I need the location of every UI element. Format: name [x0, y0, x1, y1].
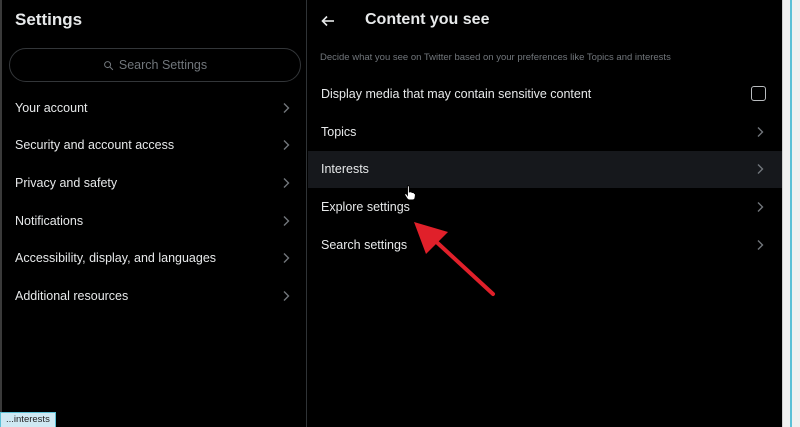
search-placeholder: Search Settings: [118, 58, 208, 72]
sidebar-item-security[interactable]: Security and account access: [2, 127, 306, 165]
sidebar-item-label: Privacy and safety: [15, 175, 118, 190]
sidebar-item-label: Security and account access: [15, 138, 175, 153]
settings-menu: Your account Security and account access…: [2, 89, 306, 315]
sidebar-item-label: Additional resources: [15, 288, 129, 303]
sidebar-item-your-account[interactable]: Your account: [2, 89, 306, 127]
back-arrow-icon[interactable]: [320, 13, 336, 29]
status-bar-link: ...interests: [0, 412, 56, 427]
content-panel: Content you see Decide what you see on T…: [308, 0, 782, 427]
topics-row[interactable]: Topics: [308, 113, 782, 151]
chevron-right-icon: [757, 240, 764, 251]
sidebar-item-notifications[interactable]: Notifications: [2, 202, 306, 240]
hand-cursor-icon: [404, 185, 416, 201]
search-settings-row[interactable]: Search settings: [308, 226, 782, 264]
sidebar-item-label: Accessibility, display, and languages: [15, 251, 217, 266]
settings-title: Settings: [15, 10, 83, 29]
sidebar-item-accessibility[interactable]: Accessibility, display, and languages: [2, 239, 306, 277]
chevron-right-icon: [283, 102, 290, 113]
settings-sidebar: Settings Search Settings Your account Se…: [2, 0, 307, 427]
chevron-right-icon: [757, 126, 764, 137]
chevron-right-icon: [757, 164, 764, 175]
row-label: Explore settings: [321, 200, 410, 215]
page-title: Content you see: [365, 11, 490, 28]
row-label: Topics: [321, 124, 357, 139]
chevron-right-icon: [283, 253, 290, 264]
annotation-arrow-icon: [414, 222, 495, 296]
sidebar-item-label: Your account: [15, 100, 88, 115]
content-settings-list: Display media that may contain sensitive…: [308, 75, 782, 264]
sidebar-item-privacy[interactable]: Privacy and safety: [2, 164, 306, 202]
interests-row[interactable]: Interests: [308, 150, 782, 189]
chevron-right-icon: [283, 177, 290, 188]
sidebar-item-additional-resources[interactable]: Additional resources: [2, 277, 306, 315]
row-label: Interests: [321, 162, 369, 177]
chevron-right-icon: [757, 202, 764, 213]
chevron-right-icon: [283, 290, 290, 301]
sensitive-media-row[interactable]: Display media that may contain sensitive…: [308, 75, 782, 113]
chevron-right-icon: [283, 215, 290, 226]
window-scrollbar[interactable]: [782, 0, 800, 427]
search-icon: [103, 60, 114, 70]
row-label: Search settings: [321, 238, 408, 253]
row-label: Display media that may contain sensitive…: [321, 86, 592, 101]
sensitive-media-checkbox[interactable]: [751, 86, 766, 102]
content-header: Content you see: [308, 0, 782, 42]
sidebar-item-label: Notifications: [15, 213, 84, 228]
search-settings-input[interactable]: Search Settings: [9, 48, 301, 82]
page-description: Decide what you see on Twitter based on …: [320, 52, 671, 63]
explore-settings-row[interactable]: Explore settings: [308, 188, 782, 226]
chevron-right-icon: [283, 140, 290, 151]
